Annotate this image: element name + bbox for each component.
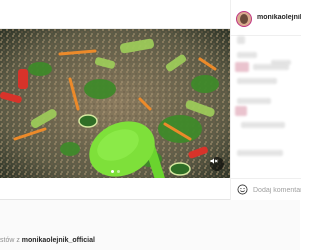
blurred-comment [271, 60, 291, 65]
mute-button[interactable] [210, 157, 224, 171]
carousel-dot[interactable] [110, 170, 114, 173]
blurred-comment [237, 36, 245, 44]
food-photo [0, 29, 230, 178]
blurred-comment [235, 62, 249, 72]
more-posts-user[interactable]: monikaolejnik_official [22, 237, 95, 244]
post-card: monikaolejnik_o [0, 0, 301, 200]
comment-row [231, 178, 301, 200]
blurred-comment [237, 78, 277, 84]
blurred-comment [237, 52, 257, 58]
post-sidebar: monikaolejnik_o [230, 0, 301, 200]
carousel-dots [0, 170, 230, 173]
more-posts-link[interactable]: stów z monikaolejnik_official [0, 237, 95, 244]
blurred-comment [235, 106, 247, 116]
blurred-comment [241, 122, 285, 128]
comment-input[interactable] [253, 185, 301, 195]
avatar[interactable] [236, 11, 252, 27]
more-posts-prefix: stów z [0, 237, 22, 244]
username-link[interactable]: monikaolejnik_o [257, 14, 301, 21]
blurred-comment [237, 150, 283, 156]
speaker-muted-icon [210, 158, 218, 164]
smile-icon[interactable] [237, 184, 248, 195]
blurred-comment [237, 98, 271, 104]
post-header: monikaolejnik_o [231, 0, 301, 36]
post-media[interactable] [0, 28, 230, 178]
carousel-dot[interactable] [116, 170, 120, 173]
